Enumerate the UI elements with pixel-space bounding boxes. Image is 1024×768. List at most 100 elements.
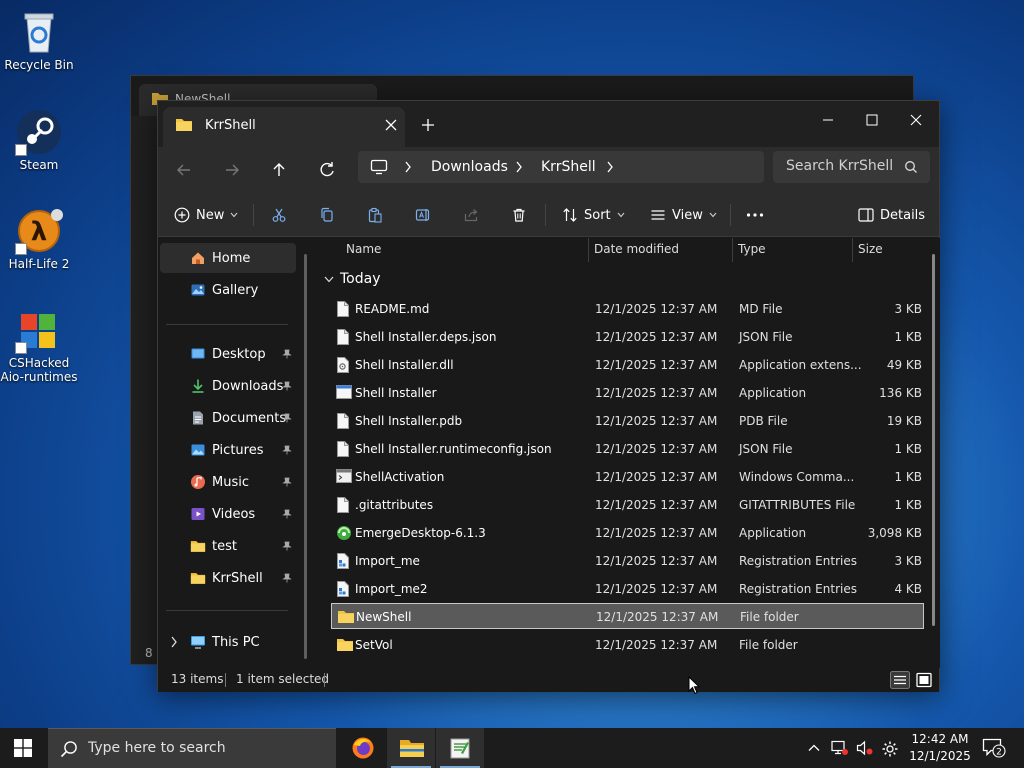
sidebar-item-gallery[interactable]: Gallery [160, 275, 296, 305]
pin-icon[interactable] [282, 445, 292, 455]
windows-start-icon[interactable] [14, 739, 32, 757]
paste-icon [368, 207, 382, 223]
file-row[interactable]: ShellActivation 12/1/2025 12:37 AM Windo… [331, 464, 924, 490]
explorer-window[interactable]: KrrShell Downloads KrrShell New [157, 100, 940, 762]
more-options-button[interactable] [746, 199, 770, 231]
chevron-right-icon[interactable] [404, 161, 412, 173]
sidebar-item-downloads[interactable]: Downloads [160, 371, 296, 401]
sidebar-item-videos[interactable]: Videos [160, 499, 296, 529]
file-row[interactable]: Shell Installer.dll 12/1/2025 12:37 AM A… [331, 352, 924, 378]
details-pane-button[interactable]: Details [858, 199, 925, 231]
pin-icon[interactable] [282, 541, 292, 551]
chevron-down-icon [617, 212, 625, 218]
copy-button[interactable] [319, 199, 341, 231]
minimize-icon[interactable] [806, 105, 850, 135]
tab-krrshell[interactable]: KrrShell [163, 107, 405, 147]
file-row[interactable]: EmergeDesktop-6.1.3 12/1/2025 12:37 AM A… [331, 520, 924, 546]
pin-icon[interactable] [282, 349, 292, 359]
chevron-down-icon [324, 276, 334, 282]
back-arrow-icon[interactable] [168, 154, 200, 186]
close-window-icon[interactable] [894, 105, 938, 135]
chevron-right-icon[interactable] [170, 636, 178, 648]
sidebar-item-documents[interactable]: Documents [160, 403, 296, 433]
close-tab-icon[interactable] [381, 115, 401, 135]
share-button[interactable] [463, 199, 485, 231]
file-list: Name Date modified Type Size Today READM… [316, 238, 940, 762]
breadcrumb-krrshell[interactable]: KrrShell [541, 159, 596, 175]
emerge-app-icon [337, 526, 351, 540]
file-row[interactable]: Shell Installer.deps.json 12/1/2025 12:3… [331, 324, 924, 350]
sidebar-item-home[interactable]: Home [160, 243, 296, 273]
sidebar-item-pictures[interactable]: Pictures [160, 435, 296, 465]
desktop-icon-cshacked[interactable]: CSHacked Aio-runtimes [0, 306, 78, 384]
file-row[interactable]: .gitattributes 12/1/2025 12:37 AM GITATT… [331, 492, 924, 518]
delete-button[interactable] [511, 199, 533, 231]
taskbar-app-notepad[interactable] [436, 728, 484, 768]
details-view-icon[interactable] [890, 671, 910, 689]
system-clock[interactable]: 12:42 AM 12/1/2025 [907, 731, 973, 765]
large-icons-view-icon[interactable] [914, 671, 934, 689]
sidebar-item-music[interactable]: Music [160, 467, 296, 497]
address-bar[interactable]: Downloads KrrShell [358, 151, 764, 183]
file-row[interactable]: README.md 12/1/2025 12:37 AM MD File 3 K… [331, 296, 924, 322]
sidebar-item-label: Music [212, 474, 249, 490]
chevron-right-icon[interactable] [515, 161, 523, 173]
sidebar-scrollbar[interactable] [304, 254, 307, 659]
sidebar-item-this-pc[interactable]: This PC [160, 627, 296, 657]
folder-icon [190, 573, 206, 584]
network-icon[interactable] [831, 740, 849, 756]
notification-center-button[interactable]: 2 [982, 738, 1006, 758]
column-header-type[interactable]: Type [738, 242, 766, 256]
vertical-scrollbar[interactable] [932, 254, 935, 626]
gallery-icon [191, 284, 205, 296]
refresh-icon[interactable] [311, 154, 343, 186]
new-tab-icon[interactable] [416, 113, 440, 137]
sidebar-item-test[interactable]: test [160, 531, 296, 561]
pin-icon[interactable] [282, 477, 292, 487]
search-input[interactable] [786, 158, 896, 174]
column-header-size[interactable]: Size [858, 242, 883, 256]
column-header-date[interactable]: Date modified [594, 242, 679, 256]
sidebar-item-desktop[interactable]: Desktop [160, 339, 296, 369]
desktop-icon-half-life-2[interactable]: λ Half-Life 2 [0, 207, 78, 271]
pin-icon[interactable] [282, 381, 292, 391]
pin-icon[interactable] [282, 573, 292, 583]
settings-gear-icon[interactable] [881, 740, 899, 758]
selection-count: 1 item selected [236, 672, 330, 686]
taskbar-firefox[interactable] [339, 728, 387, 768]
maximize-icon[interactable] [850, 105, 894, 135]
up-arrow-icon[interactable] [263, 154, 295, 186]
sidebar-item-krrshell[interactable]: KrrShell [160, 563, 296, 593]
desktop-icon-steam[interactable]: Steam [0, 108, 78, 172]
file-row[interactable]: SetVol 12/1/2025 12:37 AM File folder [331, 632, 924, 658]
file-row[interactable]: Import_me2 12/1/2025 12:37 AM Registrati… [331, 576, 924, 602]
rename-button[interactable] [415, 199, 437, 231]
chevron-right-icon[interactable] [606, 161, 614, 173]
this-pc-icon[interactable] [370, 159, 388, 175]
taskbar-file-explorer[interactable] [387, 728, 435, 768]
file-row[interactable]: Shell Installer 12/1/2025 12:37 AM Appli… [331, 380, 924, 406]
file-row[interactable]: Import_me 12/1/2025 12:37 AM Registratio… [331, 548, 924, 574]
column-header-name[interactable]: Name [346, 242, 381, 256]
file-row[interactable]: Shell Installer.runtimeconfig.json 12/1/… [331, 436, 924, 462]
cut-button[interactable] [271, 199, 293, 231]
taskbar-search-input[interactable] [88, 740, 318, 756]
group-header-today[interactable]: Today [324, 271, 381, 287]
file-row-selected[interactable]: NewShell 12/1/2025 12:37 AM File folder [331, 603, 924, 629]
breadcrumb-downloads[interactable]: Downloads [431, 159, 508, 175]
new-button[interactable]: New [174, 199, 244, 231]
view-button[interactable]: View [650, 199, 723, 231]
pin-icon[interactable] [282, 509, 292, 519]
file-row[interactable]: Shell Installer.pdb 12/1/2025 12:37 AM P… [331, 408, 924, 434]
forward-arrow-icon[interactable] [216, 154, 248, 186]
sort-button[interactable]: Sort [562, 199, 631, 231]
search-icon[interactable] [904, 160, 918, 174]
chevron-up-icon[interactable] [806, 740, 822, 756]
taskbar-search-box[interactable] [48, 728, 336, 768]
home-icon [192, 252, 204, 264]
pin-icon[interactable] [282, 413, 292, 423]
desktop-icon-recycle-bin[interactable]: Recycle Bin [0, 8, 78, 72]
paste-button[interactable] [367, 199, 389, 231]
volume-muted-icon[interactable] [856, 740, 874, 756]
search-box[interactable] [773, 151, 930, 183]
